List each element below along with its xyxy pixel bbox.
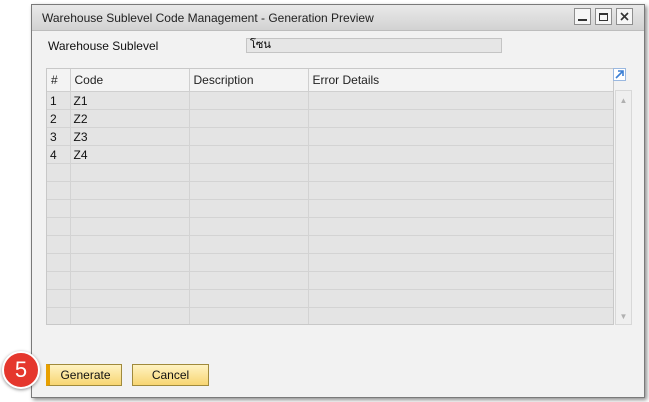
table-row[interactable]: 2 Z2	[47, 109, 613, 128]
table-row[interactable]	[47, 199, 613, 218]
description-cell[interactable]	[189, 181, 309, 200]
step-number-badge: 5	[2, 351, 40, 389]
close-button[interactable]	[616, 8, 633, 25]
row-number-cell	[47, 217, 71, 236]
minimize-icon	[578, 19, 587, 21]
table-row[interactable]	[47, 235, 613, 254]
error-details-cell[interactable]	[308, 145, 613, 164]
code-cell[interactable]	[70, 181, 190, 200]
description-cell[interactable]	[189, 271, 309, 290]
row-number-cell	[47, 181, 71, 200]
error-details-cell[interactable]	[308, 307, 613, 324]
description-cell[interactable]	[189, 289, 309, 308]
code-cell[interactable]	[70, 289, 190, 308]
error-details-cell[interactable]	[308, 289, 613, 308]
preview-grid: # Code Description Error Details 1 Z1 2 Z2 3…	[46, 68, 614, 325]
code-cell[interactable]	[70, 217, 190, 236]
table-row[interactable]: 3 Z3	[47, 127, 613, 146]
table-row[interactable]	[47, 307, 613, 324]
code-cell[interactable]: Z4	[70, 145, 190, 164]
description-cell[interactable]	[189, 91, 309, 110]
table-row[interactable]	[47, 181, 613, 200]
error-details-cell[interactable]	[308, 163, 613, 182]
description-cell[interactable]	[189, 217, 309, 236]
row-number-cell	[47, 163, 71, 182]
table-row[interactable]	[47, 163, 613, 182]
error-details-cell[interactable]	[308, 109, 613, 128]
maximize-icon	[599, 12, 608, 21]
description-cell[interactable]	[189, 145, 309, 164]
table-row[interactable]	[47, 217, 613, 236]
description-cell[interactable]	[189, 307, 309, 324]
error-details-cell[interactable]	[308, 127, 613, 146]
row-number-cell: 2	[47, 109, 71, 128]
column-header-code[interactable]: Code	[70, 69, 190, 92]
code-cell[interactable]	[70, 271, 190, 290]
minimize-button[interactable]	[574, 8, 591, 25]
preview-window: Warehouse Sublevel Code Management - Gen…	[31, 4, 645, 398]
row-number-cell	[47, 289, 71, 308]
grid-header-row: # Code Description Error Details	[47, 69, 613, 92]
table-row[interactable]	[47, 289, 613, 308]
row-number-cell: 1	[47, 91, 71, 110]
row-number-cell	[47, 271, 71, 290]
close-icon	[620, 12, 629, 21]
code-cell[interactable]	[70, 199, 190, 218]
code-cell[interactable]: Z3	[70, 127, 190, 146]
error-details-cell[interactable]	[308, 91, 613, 110]
maximize-button[interactable]	[595, 8, 612, 25]
description-cell[interactable]	[189, 163, 309, 182]
grid-vertical-scrollbar[interactable]: ▲ ▼	[615, 90, 632, 325]
description-cell[interactable]	[189, 127, 309, 146]
code-cell[interactable]	[70, 307, 190, 324]
row-number-cell: 4	[47, 145, 71, 164]
expand-arrow-icon[interactable]	[613, 68, 626, 81]
error-details-cell[interactable]	[308, 253, 613, 272]
error-details-cell[interactable]	[308, 217, 613, 236]
code-cell[interactable]	[70, 163, 190, 182]
code-cell[interactable]: Z2	[70, 109, 190, 128]
row-number-cell	[47, 253, 71, 272]
scroll-down-icon[interactable]: ▼	[619, 312, 628, 321]
generate-button[interactable]: Generate	[46, 364, 122, 386]
column-header-description[interactable]: Description	[189, 69, 309, 92]
error-details-cell[interactable]	[308, 235, 613, 254]
column-header-number[interactable]: #	[47, 69, 71, 92]
code-cell[interactable]: Z1	[70, 91, 190, 110]
code-cell[interactable]	[70, 253, 190, 272]
column-header-error-details[interactable]: Error Details	[308, 69, 613, 92]
title-bar[interactable]: Warehouse Sublevel Code Management - Gen…	[32, 5, 644, 31]
warehouse-sublevel-label: Warehouse Sublevel	[48, 39, 159, 53]
row-number-cell	[47, 235, 71, 254]
description-cell[interactable]	[189, 235, 309, 254]
description-cell[interactable]	[189, 199, 309, 218]
table-row[interactable]	[47, 253, 613, 272]
error-details-cell[interactable]	[308, 199, 613, 218]
window-title: Warehouse Sublevel Code Management - Gen…	[42, 11, 374, 25]
code-cell[interactable]	[70, 235, 190, 254]
row-number-cell	[47, 199, 71, 218]
error-details-cell[interactable]	[308, 271, 613, 290]
scroll-up-icon[interactable]: ▲	[619, 96, 628, 105]
cancel-button[interactable]: Cancel	[132, 364, 209, 386]
table-row[interactable]: 4 Z4	[47, 145, 613, 164]
error-details-cell[interactable]	[308, 181, 613, 200]
row-number-cell: 3	[47, 127, 71, 146]
description-cell[interactable]	[189, 109, 309, 128]
table-row[interactable]	[47, 271, 613, 290]
description-cell[interactable]	[189, 253, 309, 272]
warehouse-sublevel-field[interactable]: โซน	[246, 38, 502, 53]
row-number-cell	[47, 307, 71, 324]
table-row[interactable]: 1 Z1	[47, 91, 613, 110]
